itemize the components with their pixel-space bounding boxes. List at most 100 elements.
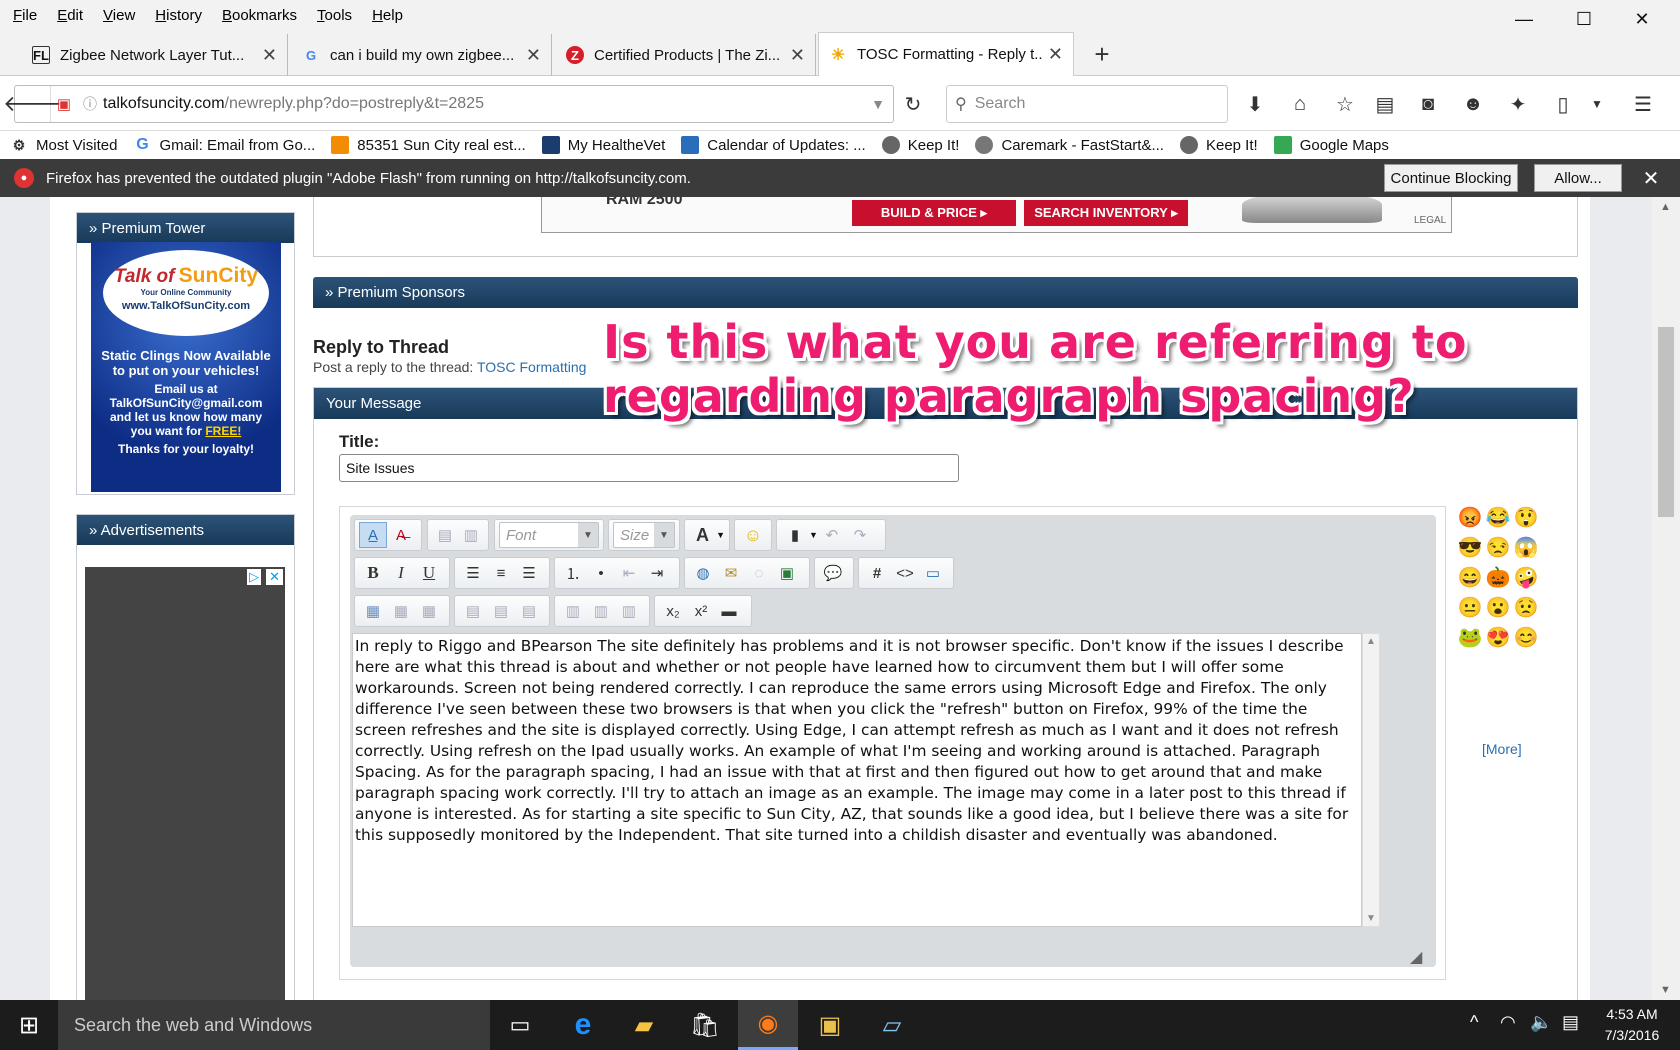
menu-file[interactable]: File [6,7,44,24]
remove-format-icon[interactable]: A̶ [387,522,415,548]
insert-col-icon[interactable]: ▥ [559,598,587,624]
task-view-icon[interactable]: ▭ [490,1000,550,1050]
ordered-list-icon[interactable]: ⒈ [559,560,587,586]
bookmark-calendar[interactable]: Calendar of Updates: ... [681,136,866,154]
unlink-icon[interactable]: ◌ [745,560,773,586]
outdent-icon[interactable]: ⇤ [615,560,643,586]
url-dropdown-icon[interactable]: ▼ [871,96,885,112]
ad-placeholder[interactable]: ▷ ✕ [85,567,285,1000]
bookmark-healthevet[interactable]: My HealtheVet [541,136,665,154]
table-row-icon[interactable]: ▦ [387,598,415,624]
back-icon[interactable]: 🡐 [3,86,62,122]
smiley-icon[interactable]: 😍 [1484,623,1512,651]
undo-icon[interactable]: ↶ [818,522,846,548]
code-icon[interactable]: <> [891,560,919,586]
ad-close-icon[interactable]: ✕ [266,569,283,585]
scroll-thumb[interactable] [1658,327,1674,517]
tab-google-search[interactable]: G can i build my own zigbee... ✕ [292,34,552,76]
close-notification-icon[interactable]: ✕ [1636,164,1666,192]
allow-button[interactable]: Allow... [1534,164,1622,192]
overflow-dropdown-icon[interactable]: ▼ [1582,89,1612,119]
textarea-scrollbar[interactable]: ▲ ▼ [1362,633,1380,927]
smiley-icon[interactable]: 😱 [1512,533,1540,561]
insert-col-after-icon[interactable]: ▥ [587,598,615,624]
reading-list-icon[interactable]: ▤ [1370,89,1400,119]
menu-view[interactable]: View [96,7,142,24]
attachment-icon[interactable]: ▮ [781,522,809,548]
resize-handle-icon[interactable]: ◢ [1410,947,1422,967]
scroll-up-icon[interactable]: ▲ [1660,201,1671,213]
bold-icon[interactable]: B [359,560,387,586]
tray-chevron-up-icon[interactable]: ^ [1470,1012,1478,1033]
redo-icon[interactable]: ↷ [846,522,874,548]
smiley-icon[interactable]: 😲 [1512,503,1540,531]
plugin-blocked-icon[interactable]: ▣ [51,95,77,113]
tab-certified-products[interactable]: Z Certified Products | The Zi... ✕ [556,34,816,76]
email-icon[interactable]: ✉ [717,560,745,586]
vehicle-ad-banner[interactable]: RAM 2500 BUILD & PRICE ▸ SEARCH INVENTOR… [541,197,1452,233]
menu-bookmarks[interactable]: Bookmarks [215,7,304,24]
build-price-button[interactable]: BUILD & PRICE ▸ [852,200,1016,226]
hamburger-menu-icon[interactable]: ☰ [1628,89,1658,119]
smiley-icon[interactable]: 😡 [1456,503,1484,531]
chat-icon[interactable]: ☻ [1458,89,1488,119]
store-icon[interactable]: 🛍 [675,1000,735,1050]
smiley-icon[interactable]: 😂 [1484,503,1512,531]
message-textarea[interactable]: In reply to Riggo and BPearson The site … [352,633,1362,927]
close-tab-icon[interactable]: ✕ [526,45,541,66]
menu-tools[interactable]: Tools [310,7,359,24]
clipboard-icon[interactable]: ▯ [1548,89,1578,119]
page-scrollbar[interactable]: ▲ ▼ [1652,197,1680,1000]
image-icon[interactable]: ▣ [773,560,801,586]
chevron-down-icon[interactable]: ▼ [809,530,818,540]
scroll-up-icon[interactable]: ▲ [1366,636,1376,647]
delete-col-icon[interactable]: ▥ [615,598,643,624]
adchoices-icon[interactable]: ▷ [247,569,261,585]
delete-row-icon[interactable]: ▤ [515,598,543,624]
file-explorer-icon[interactable]: ▰ [614,1000,674,1050]
align-center-icon[interactable]: ≡ [487,560,515,586]
volume-icon[interactable]: 🔈 [1530,1012,1552,1033]
paste-icon[interactable]: ▤ [432,522,458,548]
tab-tosc-formatting[interactable]: ☀ TOSC Formatting - Reply t... ✕ [818,32,1074,76]
size-select[interactable]: Size ▼ [613,522,675,548]
bookmark-real-estate[interactable]: 85351 Sun City real est... [331,136,526,154]
menu-edit[interactable]: Edit [50,7,90,24]
font-select[interactable]: Font ▼ [499,522,599,548]
insert-row-icon[interactable]: ▤ [459,598,487,624]
chevron-down-icon[interactable]: ▼ [716,530,725,540]
title-input[interactable]: Site Issues [339,454,959,482]
italic-icon[interactable]: I [387,560,415,586]
menu-history[interactable]: History [148,7,209,24]
horizontal-rule-icon[interactable]: ▬ [715,598,743,624]
bookmark-gmail[interactable]: G Gmail: Email from Go... [133,136,315,154]
thread-link[interactable]: TOSC Formatting [477,359,586,375]
firefox-icon[interactable]: ◉ [738,1000,798,1050]
smiley-icon[interactable]: 😎 [1456,533,1484,561]
windows-start-icon[interactable]: ⊞ [0,1000,58,1050]
paste-text-icon[interactable]: ▥ [458,522,484,548]
reload-icon[interactable]: ↻ [898,89,928,119]
bookmark-caremark[interactable]: Caremark - FastStart&... [975,136,1164,154]
smiley-icon[interactable]: 😟 [1512,593,1540,621]
scroll-down-icon[interactable]: ▼ [1660,984,1671,996]
wifi-icon[interactable]: ◠ [1500,1012,1516,1033]
smiley-icon[interactable]: 😐 [1456,593,1484,621]
bookmark-keep-it-2[interactable]: Keep It! [1179,136,1258,154]
smiley-icon[interactable]: 🐸 [1456,623,1484,651]
url-bar[interactable]: 🡐 ▣ ⓘ talkofsuncity.com/newreply.php?do=… [3,85,894,123]
wysiwyg-mode-icon[interactable]: A̲ [359,522,387,548]
html-icon[interactable]: ▭ [919,560,947,586]
pocket-icon[interactable]: ◙ [1413,89,1443,119]
subscript-icon[interactable]: x₂ [659,598,687,624]
search-inventory-button[interactable]: SEARCH INVENTORY ▸ [1024,200,1188,226]
smiley-icon[interactable]: 😊 [1512,623,1540,651]
home-icon[interactable]: ⌂ [1285,89,1315,119]
insert-row-after-icon[interactable]: ▤ [487,598,515,624]
bookmark-star-icon[interactable]: ☆ [1330,89,1360,119]
notepad-icon[interactable]: ▱ [862,1000,922,1050]
table-icon[interactable]: ▦ [359,598,387,624]
smiley-icon[interactable]: 😒 [1484,533,1512,561]
smiley-icon[interactable]: 😄 [1456,563,1484,591]
align-left-icon[interactable]: ☰ [459,560,487,586]
